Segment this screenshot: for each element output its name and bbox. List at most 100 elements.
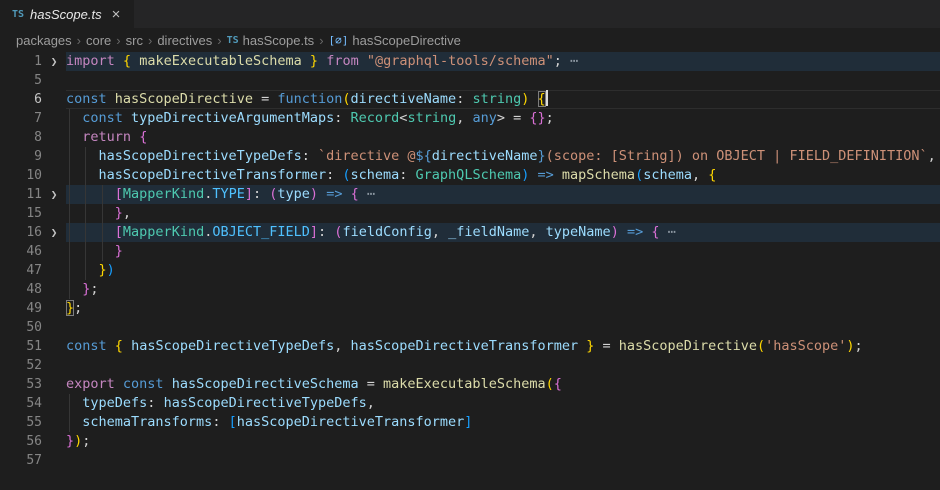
code-line[interactable]: 6const hasScopeDirective = function(dire… — [0, 90, 940, 109]
code-token: GraphQLSchema — [416, 167, 522, 183]
code-line-content: import { makeExecutableSchema } from "@g… — [66, 52, 940, 71]
chevron-right-icon: › — [217, 33, 221, 48]
gutter: 55 — [0, 413, 66, 432]
code-token: (scope: [String]) on OBJECT | FIELD_DEFI… — [546, 148, 928, 164]
code-line[interactable]: 10 hasScopeDirectiveTransformer: (schema… — [0, 166, 940, 185]
code-token — [115, 376, 123, 392]
code-token: "@graphql-tools/schema" — [367, 53, 554, 69]
code-token — [554, 167, 562, 183]
code-token: } — [66, 433, 74, 449]
indent-guide — [69, 261, 70, 280]
indent-guide — [69, 394, 70, 413]
code-line-content: const hasScopeDirective = function(direc… — [66, 90, 940, 109]
fold-chevron-icon[interactable]: ❯ — [42, 52, 66, 71]
code-token: hasScopeDirectiveTypeDefs — [131, 338, 334, 354]
gutter: 54 — [0, 394, 66, 413]
code-token: makeExecutableSchema — [383, 376, 546, 392]
code-token — [302, 53, 310, 69]
breadcrumb-item-src[interactable]: src — [126, 33, 143, 48]
code-token: makeExecutableSchema — [139, 53, 302, 69]
breadcrumb-file[interactable]: TS hasScope.ts — [227, 33, 315, 48]
code-line-content: }) — [66, 261, 940, 280]
code-token: , — [692, 167, 708, 183]
code-token: const — [123, 376, 164, 392]
code-token: directiveName — [351, 91, 457, 107]
indent-guide — [102, 204, 103, 223]
code-line[interactable]: 7 const typeDirectiveArgumentMaps: Recor… — [0, 109, 940, 128]
code-token: : — [212, 414, 228, 430]
gutter: 1❯ — [0, 52, 66, 71]
code-token: { — [123, 53, 131, 69]
code-token: typeDirectiveArgumentMaps — [131, 110, 334, 126]
code-token: => — [627, 224, 643, 240]
folded-code-ellipsis[interactable]: ⋯ — [359, 186, 375, 202]
code-line-content: schemaTransforms: [hasScopeDirectiveTran… — [66, 413, 940, 432]
line-number: 54 — [0, 394, 42, 413]
code-editor[interactable]: 1❯import { makeExecutableSchema } from "… — [0, 52, 940, 470]
line-number: 5 — [0, 71, 42, 90]
code-line[interactable]: 49}; — [0, 299, 940, 318]
code-line[interactable]: 53export const hasScopeDirectiveSchema =… — [0, 375, 940, 394]
code-line[interactable]: 1❯import { makeExecutableSchema } from "… — [0, 52, 940, 71]
breadcrumb-item-packages[interactable]: packages — [16, 33, 72, 48]
code-line-content: [MapperKind.TYPE]: (type) => { ⋯ — [66, 185, 940, 204]
code-line-content: hasScopeDirectiveTransformer: (schema: G… — [66, 166, 940, 185]
code-token: fieldConfig — [342, 224, 431, 240]
gutter: 8 — [0, 128, 66, 147]
breadcrumb-item-directives[interactable]: directives — [157, 33, 212, 48]
fold-spacer — [42, 299, 66, 318]
code-token: , — [123, 205, 131, 221]
code-line[interactable]: 57 — [0, 451, 940, 470]
folded-code-ellipsis[interactable]: ⋯ — [570, 53, 578, 69]
code-token: => — [538, 167, 554, 183]
code-line[interactable]: 8 return { — [0, 128, 940, 147]
tab-hasscope[interactable]: TS hasScope.ts × — [0, 0, 134, 28]
fold-spacer — [42, 71, 66, 90]
code-token: { — [538, 91, 546, 107]
code-line[interactable]: 48 }; — [0, 280, 940, 299]
code-token: ] — [310, 224, 318, 240]
code-token: schema — [643, 167, 692, 183]
code-token — [164, 376, 172, 392]
fold-spacer — [42, 318, 66, 337]
code-token — [619, 224, 627, 240]
code-line[interactable]: 5 — [0, 71, 940, 90]
code-line[interactable]: 55 schemaTransforms: [hasScopeDirectiveT… — [0, 413, 940, 432]
folded-code-ellipsis[interactable]: ⋯ — [660, 224, 676, 240]
gutter: 50 — [0, 318, 66, 337]
code-line[interactable]: 54 typeDefs: hasScopeDirectiveTypeDefs, — [0, 394, 940, 413]
fold-chevron-icon[interactable]: ❯ — [42, 185, 66, 204]
code-token: hasScopeDirectiveTransformer — [351, 338, 579, 354]
chevron-right-icon: › — [319, 33, 323, 48]
code-line[interactable]: 47 }) — [0, 261, 940, 280]
code-line-content: hasScopeDirectiveTypeDefs: `directive @$… — [66, 147, 940, 166]
fold-chevron-icon[interactable]: ❯ — [42, 223, 66, 242]
code-line[interactable]: 9 hasScopeDirectiveTypeDefs: `directive … — [0, 147, 940, 166]
code-line[interactable]: 51const { hasScopeDirectiveTypeDefs, has… — [0, 337, 940, 356]
code-line[interactable]: 16❯ [MapperKind.OBJECT_FIELD]: (fieldCon… — [0, 223, 940, 242]
breadcrumb-symbol[interactable]: [∅] hasScopeDirective — [329, 33, 461, 48]
code-line-content — [66, 71, 940, 90]
line-number: 51 — [0, 337, 42, 356]
code-line[interactable]: 15 }, — [0, 204, 940, 223]
code-token: , — [334, 338, 350, 354]
code-line[interactable]: 11❯ [MapperKind.TYPE]: (type) => { ⋯ — [0, 185, 940, 204]
breadcrumb-item-core[interactable]: core — [86, 33, 111, 48]
code-line[interactable]: 56}); — [0, 432, 940, 451]
code-line[interactable]: 52 — [0, 356, 940, 375]
code-line[interactable]: 46 } — [0, 242, 940, 261]
line-number: 15 — [0, 204, 42, 223]
line-number: 46 — [0, 242, 42, 261]
code-token: ${ — [416, 148, 432, 164]
tab-close-icon[interactable]: × — [112, 7, 121, 22]
code-token: , — [928, 148, 936, 164]
code-token: [ — [115, 186, 123, 202]
gutter: 51 — [0, 337, 66, 356]
code-token: const — [66, 91, 107, 107]
code-token: ; — [546, 110, 554, 126]
code-line-content: [MapperKind.OBJECT_FIELD]: (fieldConfig,… — [66, 223, 940, 242]
line-number: 55 — [0, 413, 42, 432]
code-token: { — [554, 376, 562, 392]
fold-spacer — [42, 394, 66, 413]
code-line[interactable]: 50 — [0, 318, 940, 337]
